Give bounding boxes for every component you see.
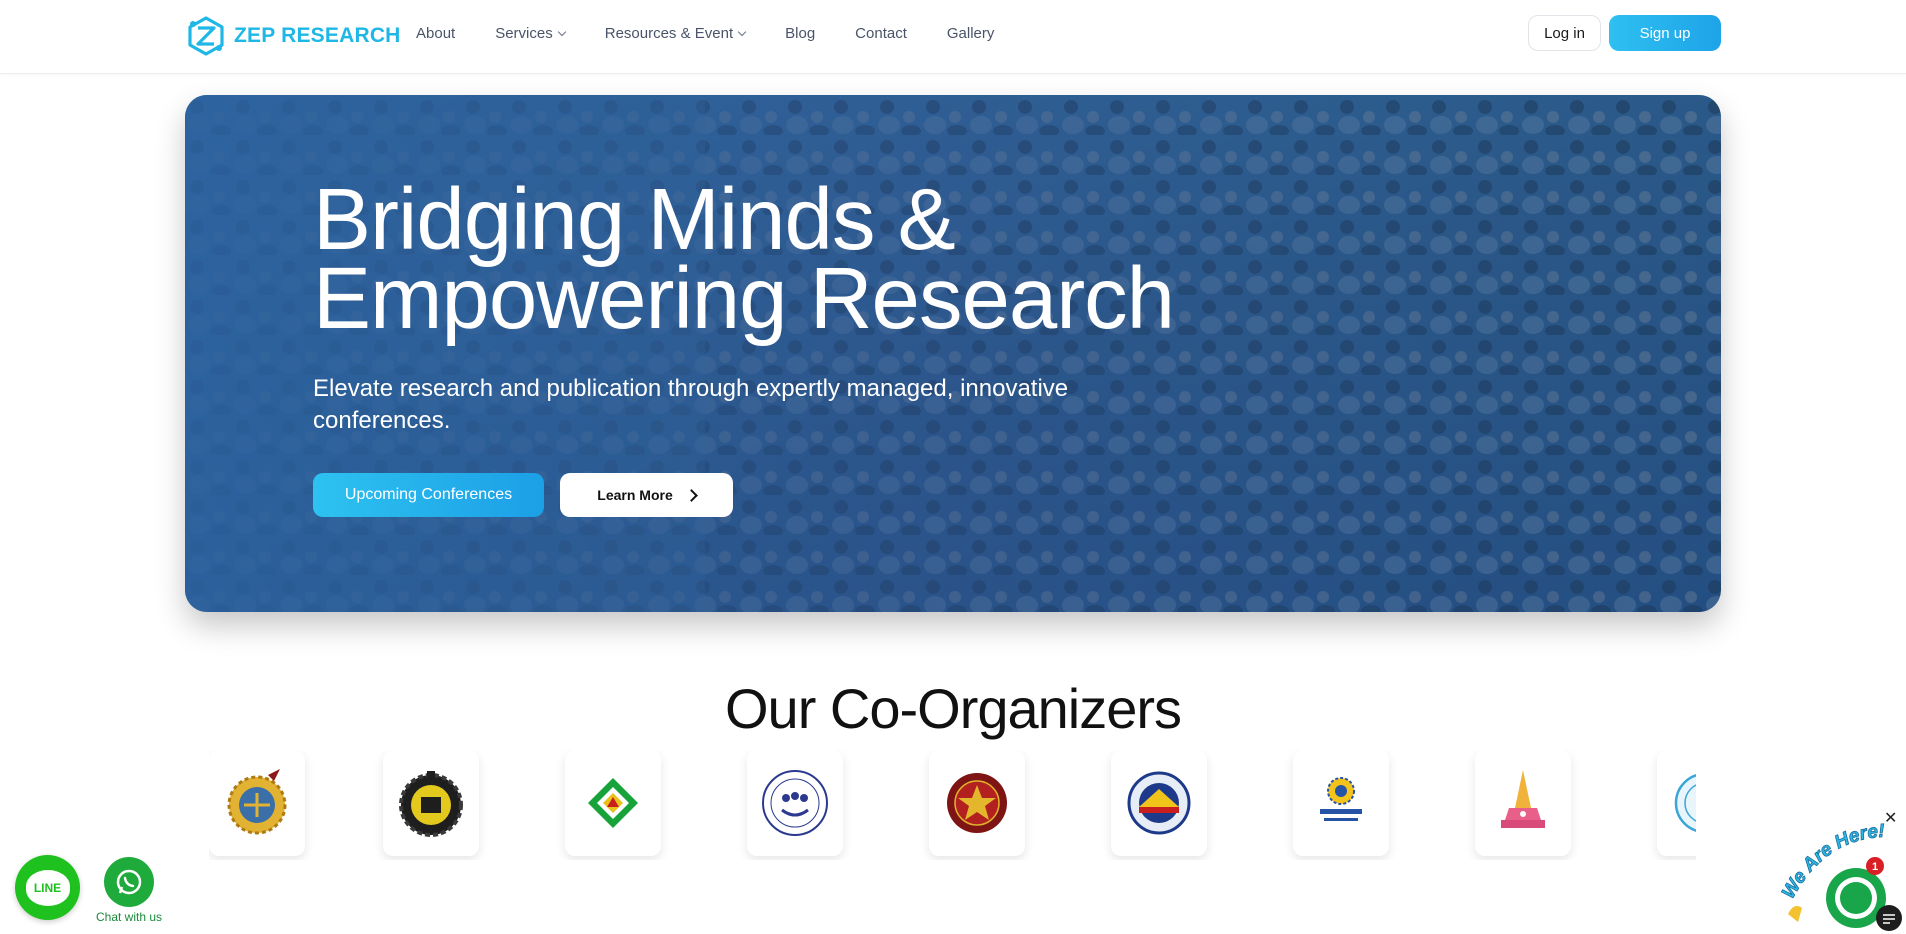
co-organizer-logo-card[interactable] <box>1293 750 1389 856</box>
co-organizer-logo-card[interactable] <box>929 750 1025 856</box>
learn-more-button[interactable]: Learn More <box>560 473 733 517</box>
nav-label: Resources & Event <box>604 25 734 42</box>
whatsapp-label: Chat with us <box>96 910 163 924</box>
gear-seal-logo-icon <box>227 769 287 835</box>
nav-label: Blog <box>785 25 816 42</box>
co-organizer-logo-card[interactable] <box>747 750 843 856</box>
co-organizer-logo-card[interactable] <box>1475 750 1571 856</box>
co-organizers-carousel <box>209 750 1696 860</box>
nav-item-blog[interactable]: Blog <box>785 25 815 42</box>
whatsapp-chat-button[interactable] <box>104 857 154 907</box>
brand-name: ZEP RESEARCH <box>234 24 401 47</box>
hero-title: Bridging Minds & Empowering Research <box>313 171 1175 347</box>
learn-more-label: Learn More <box>597 487 673 503</box>
co-organizer-logo-card[interactable] <box>383 750 479 856</box>
hero-banner: Bridging Minds & Empowering Research Ele… <box>185 95 1721 612</box>
nav-label: About <box>416 25 456 42</box>
blue-sun-seal-logo-icon <box>1127 771 1191 835</box>
hero-actions: Upcoming Conferences Learn More <box>313 473 733 517</box>
nav-label: Contact <box>855 25 907 42</box>
black-gear-seal-logo-icon <box>399 771 463 837</box>
chevron-down-icon <box>557 27 566 36</box>
whatsapp-icon <box>116 869 142 895</box>
notification-badge: 1 <box>1872 861 1878 873</box>
hero-subtitle: Elevate research and publication through… <box>313 375 1069 434</box>
co-organizer-logo-card[interactable] <box>209 750 305 856</box>
we-are-here-chat-widget[interactable]: We Are Here! 1 <box>1780 818 1906 934</box>
signup-button[interactable]: Sign up <box>1609 15 1721 51</box>
aks-university-logo-icon <box>1320 777 1362 821</box>
co-organizers-title: Our Co-Organizers <box>724 677 1182 740</box>
co-organizer-logo-card[interactable] <box>1111 750 1207 856</box>
nav-label: Services <box>495 25 553 42</box>
pink-temple-logo-icon <box>1501 770 1545 828</box>
chevron-right-icon <box>684 488 698 502</box>
chevron-down-icon <box>737 27 747 36</box>
line-chat-button[interactable]: LINE <box>15 855 80 920</box>
zep-logo-icon <box>188 16 224 56</box>
nav-item-gallery[interactable]: Gallery <box>947 25 995 42</box>
nav-label: Gallery <box>946 25 995 42</box>
line-label: LINE <box>25 869 70 906</box>
main-nav: About Services Resources & Event Blog Co… <box>416 25 1034 42</box>
co-organizer-logo-card[interactable] <box>1657 750 1696 856</box>
nav-item-resources-event[interactable]: Resources & Event <box>604 25 747 42</box>
brand-logo[interactable]: ZEP RESEARCH <box>184 14 401 58</box>
nav-item-contact[interactable]: Contact <box>855 25 907 42</box>
blue-circle-logo-icon <box>1674 774 1696 832</box>
co-organizer-logo-card[interactable] <box>565 750 661 856</box>
hero-content: Bridging Minds & Empowering Research Ele… <box>313 171 1175 437</box>
login-button[interactable]: Log in <box>1528 15 1601 51</box>
green-diamond-logo-icon <box>588 778 638 828</box>
association-circle-logo-icon <box>762 770 828 836</box>
upcoming-conferences-button[interactable]: Upcoming Conferences <box>313 473 544 517</box>
nav-item-about[interactable]: About <box>416 25 455 42</box>
hero-title-line2: Empowering Research <box>313 250 1175 347</box>
hero-title-line1: Bridging Minds & <box>313 171 956 268</box>
nav-item-services[interactable]: Services <box>495 25 566 42</box>
site-header: ZEP RESEARCH About Services Resources & … <box>0 0 1906 74</box>
red-star-seal-logo-icon <box>947 773 1007 833</box>
